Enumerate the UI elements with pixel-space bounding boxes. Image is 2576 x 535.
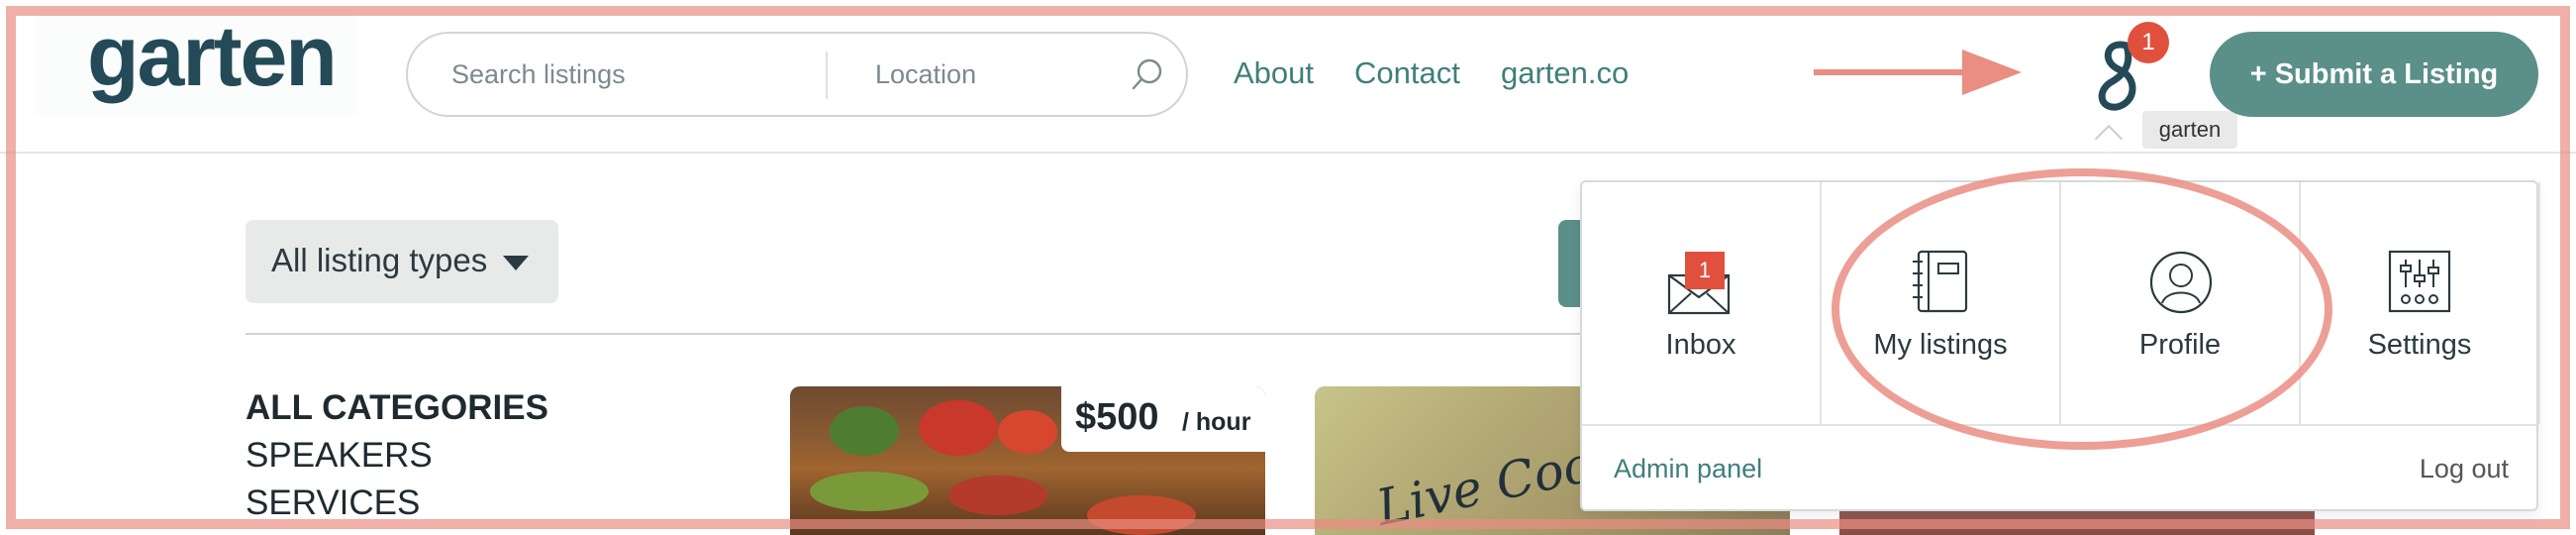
location-input[interactable]: Location — [875, 59, 976, 90]
site-header: garten Search listings Location About Co… — [0, 0, 2576, 154]
category-all[interactable]: ALL CATEGORIES — [246, 388, 548, 428]
user-menu-dropdown: 1 Inbox My listings Profile Settings Adm… — [1580, 180, 2540, 511]
price-tag: $500 / hour — [1061, 386, 1265, 452]
submit-listing-button[interactable]: + Submit a Listing — [2210, 32, 2538, 117]
search-bar[interactable]: Search listings Location — [406, 32, 1188, 117]
search-icon[interactable] — [1131, 57, 1164, 91]
listing-types-dropdown[interactable]: All listing types — [246, 220, 558, 303]
dropdown-footer: Admin panel Log out — [1582, 424, 2536, 511]
listing-card-produce[interactable]: $500 / hour — [790, 386, 1265, 535]
inbox-badge: 1 — [1685, 252, 1725, 289]
nav-about-link[interactable]: About — [1234, 55, 1314, 91]
menu-item-settings[interactable]: Settings — [2301, 182, 2540, 424]
annotation-arrow — [1814, 50, 2022, 95]
admin-panel-link[interactable]: Admin panel — [1614, 454, 1762, 484]
log-out-link[interactable]: Log out — [2420, 454, 2509, 484]
menu-item-my-listings[interactable]: My listings — [1822, 182, 2061, 424]
filter-divider — [246, 333, 1612, 335]
nav-contact-link[interactable]: Contact — [1354, 55, 1460, 91]
search-listings-input[interactable]: Search listings — [451, 59, 626, 90]
menu-item-inbox[interactable]: 1 Inbox — [1582, 182, 1822, 424]
caret-down-icon — [503, 256, 529, 270]
dropdown-caret — [2094, 124, 2124, 154]
profile-label: Profile — [2138, 329, 2222, 361]
sliders-icon — [2388, 250, 2451, 313]
garten-logo[interactable]: garten — [36, 6, 356, 115]
notebook-icon — [1913, 250, 1968, 313]
category-services[interactable]: SERVICES — [246, 483, 420, 523]
logo-text: garten — [87, 9, 338, 104]
my-listings-label: My listings — [1873, 329, 2008, 361]
menu-item-profile[interactable]: Profile — [2061, 182, 2301, 424]
settings-label: Settings — [2367, 329, 2472, 361]
profile-icon — [2149, 251, 2213, 314]
listing-types-label: All listing types — [271, 242, 488, 278]
user-tooltip: garten — [2142, 111, 2237, 149]
inbox-label: Inbox — [1665, 329, 1736, 361]
price-unit: / hour — [1182, 408, 1251, 436]
price-amount: $500 — [1075, 396, 1159, 438]
search-divider — [826, 52, 828, 99]
notification-badge: 1 — [2128, 22, 2169, 63]
nav-garten-co-link[interactable]: garten.co — [1501, 55, 1629, 91]
category-speakers[interactable]: SPEAKERS — [246, 436, 433, 476]
